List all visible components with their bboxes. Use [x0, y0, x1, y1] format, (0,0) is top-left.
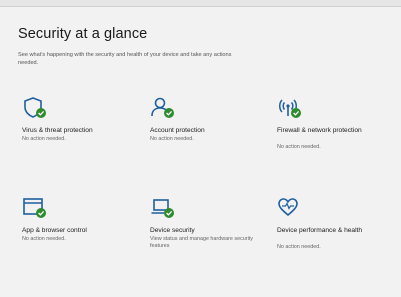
tile-title: Account protection [150, 127, 205, 134]
page-description: See what's happening with the security a… [18, 52, 232, 66]
tile-status: No action needed. [22, 136, 66, 142]
shield-icon [24, 97, 46, 118]
browser-window-icon [23, 198, 46, 218]
tile-status: No action needed. [150, 136, 194, 142]
laptop-icon [151, 199, 174, 218]
tile-title: App & browser control [22, 227, 87, 234]
tile-title: Device security [150, 227, 195, 234]
page-title: Security at a glance [18, 26, 148, 42]
security-overview-panel: Security at a glance See what's happenin… [0, 7, 401, 297]
tile-status: No action needed. [277, 244, 321, 250]
tile-app-browser-control[interactable]: App & browser control No action needed. [14, 187, 132, 261]
wifi-antenna-icon [279, 99, 301, 118]
tile-virus-threat-protection[interactable]: Virus & threat protection No action need… [14, 87, 132, 161]
window-top-border [0, 0, 401, 7]
tile-title: Firewall & network protection [277, 127, 362, 134]
tile-status: No action needed. [277, 144, 321, 150]
heart-icon [278, 198, 298, 217]
tile-title: Device performance & health [277, 227, 363, 234]
tile-device-security[interactable]: Device security View status and manage h… [142, 187, 260, 261]
tile-status: No action needed. [22, 236, 66, 242]
tile-device-performance-health[interactable]: Device performance & health No action ne… [269, 187, 387, 261]
tile-status: View status and manage hardware security… [150, 236, 253, 249]
tile-title: Virus & threat protection [22, 127, 93, 134]
tile-firewall-network-protection[interactable]: Firewall & network protection No action … [269, 87, 387, 161]
person-icon [151, 97, 174, 118]
tile-account-protection[interactable]: Account protection No action needed. [142, 87, 260, 161]
